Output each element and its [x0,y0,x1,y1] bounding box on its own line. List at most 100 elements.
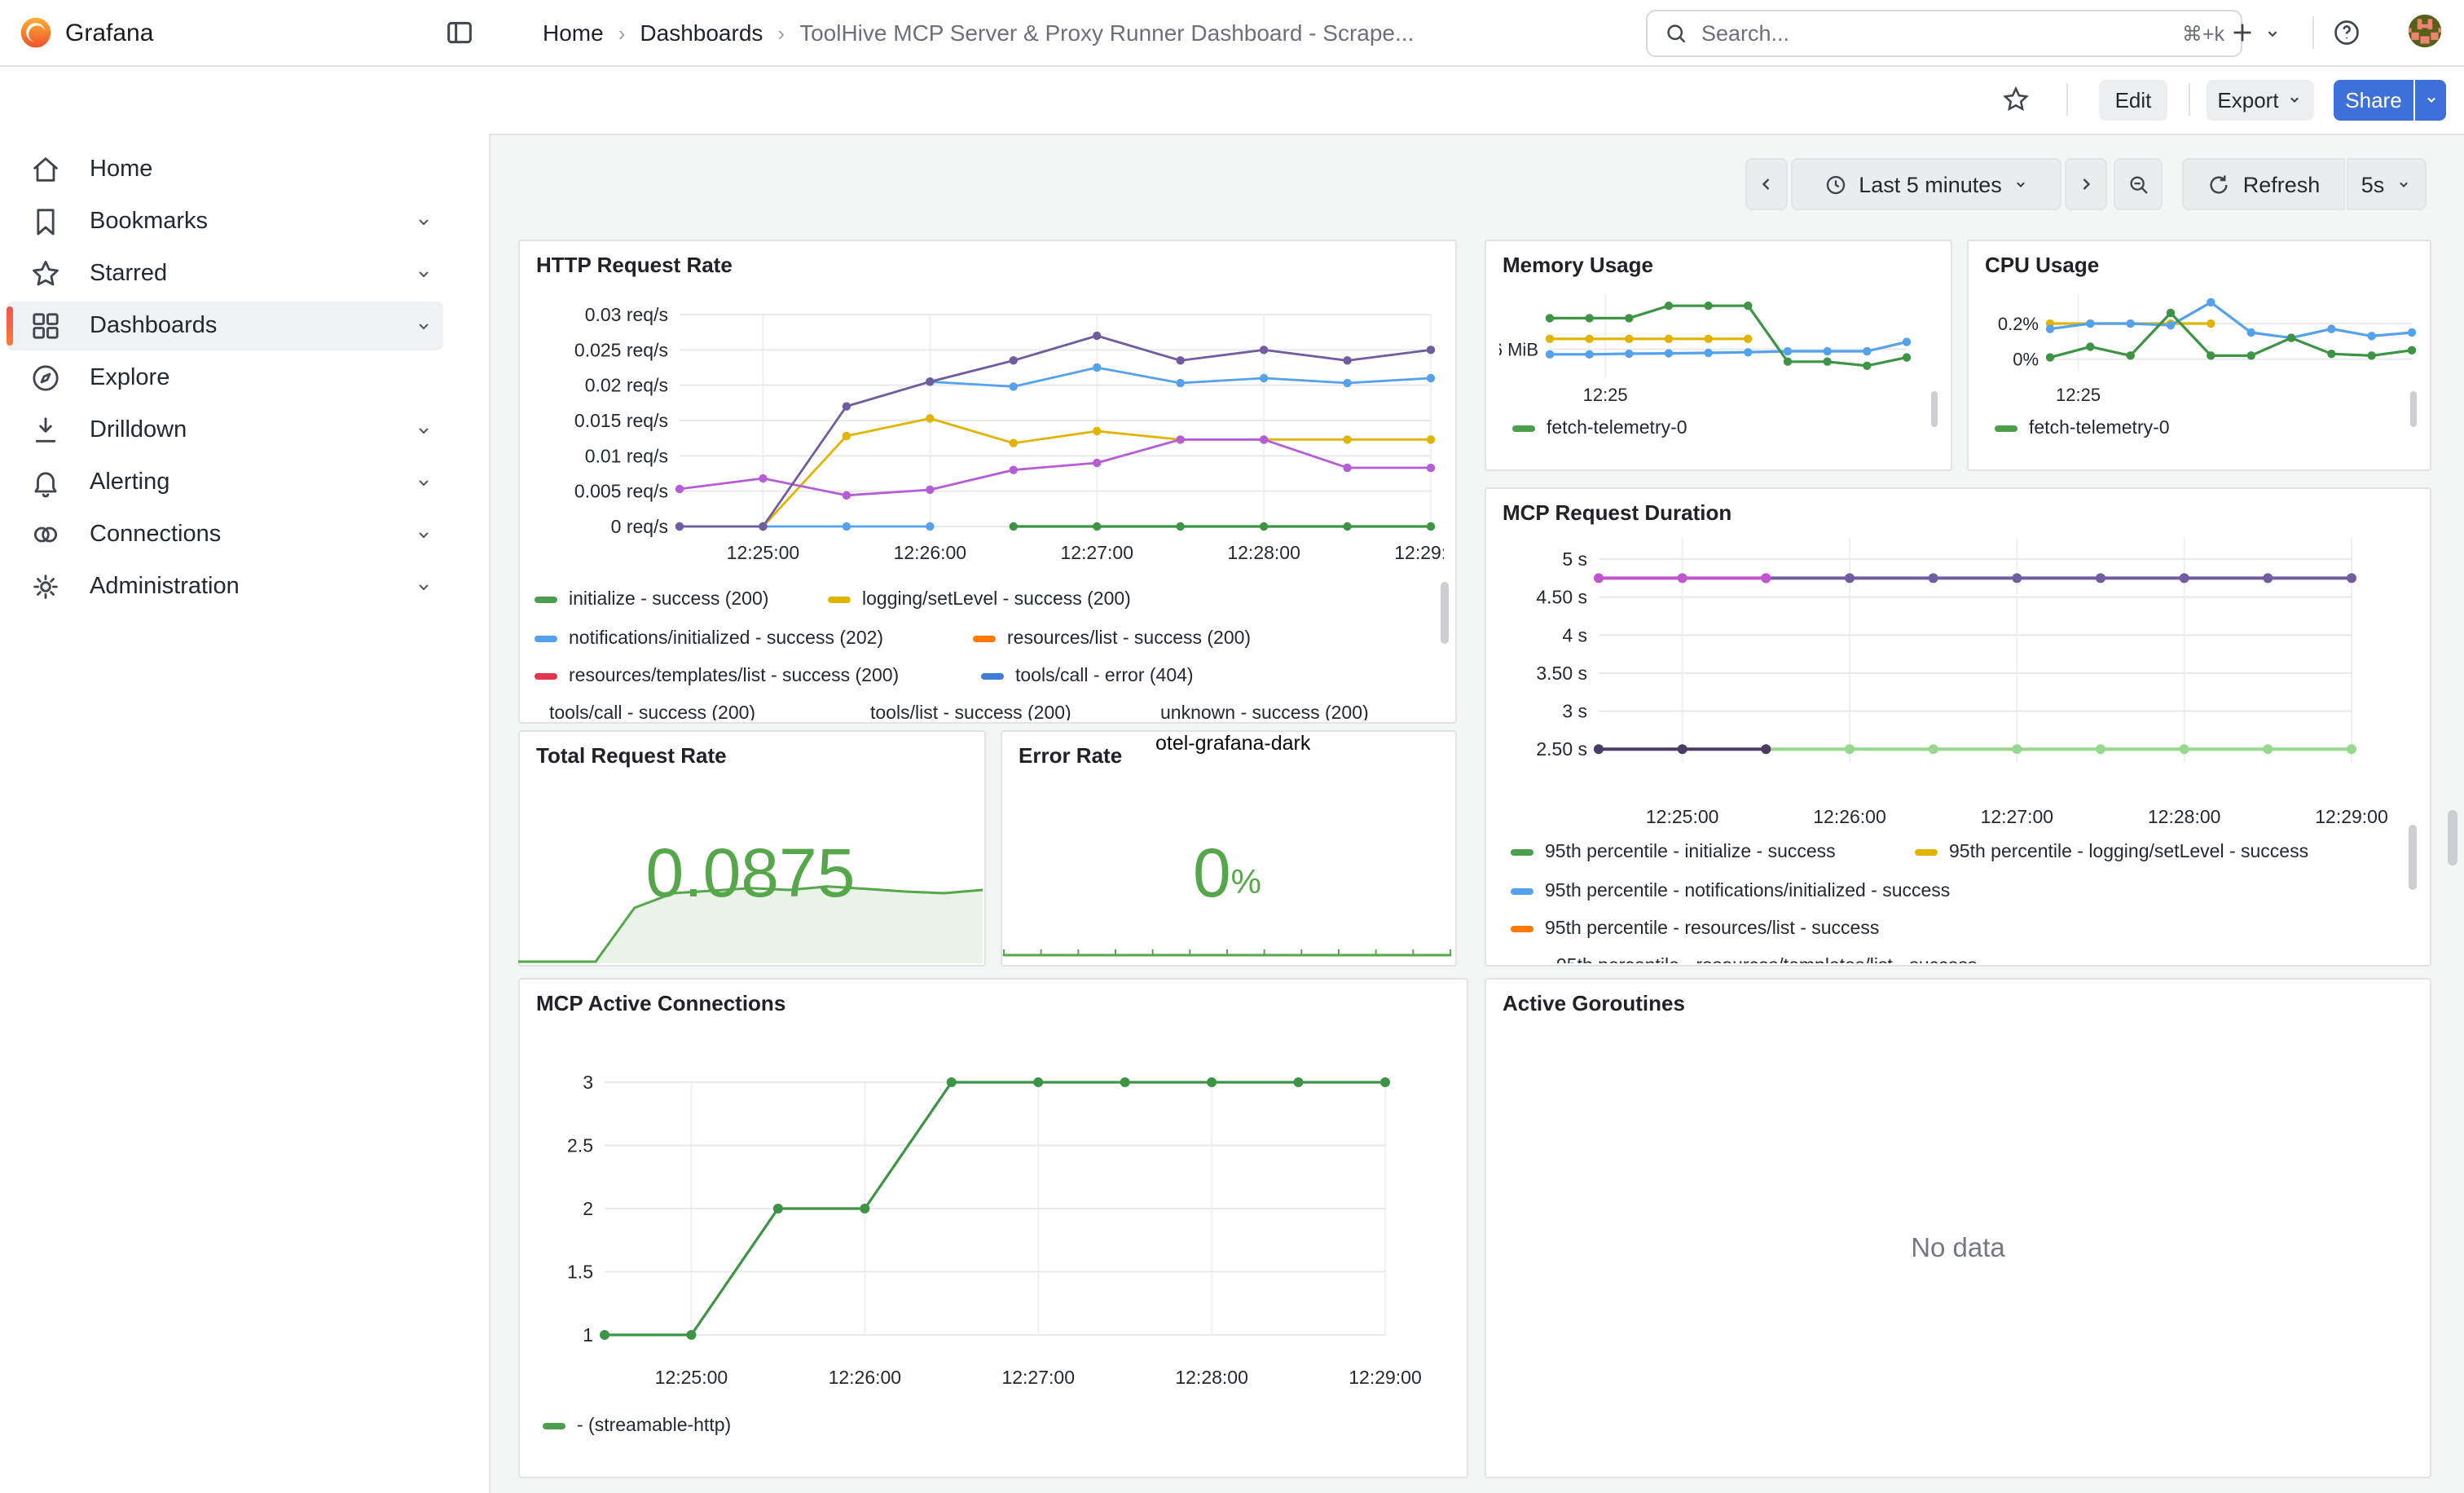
chevron-down-icon[interactable] [414,525,433,544]
legend-item[interactable]: resources/list - success (200) [973,624,1251,654]
svg-text:12:28:00: 12:28:00 [1175,1367,1248,1388]
edit-button[interactable]: Edit [2099,79,2167,120]
svg-text:16 MiB: 16 MiB [1499,339,1538,359]
add-chevron-down-icon[interactable] [2264,24,2281,42]
bookmark-icon [29,205,62,237]
sidebar-item-alerting[interactable]: Alerting [7,458,443,507]
chevron-down-icon[interactable] [414,211,433,231]
legend-item[interactable]: initialize - success (200) [535,585,768,614]
apps-icon [29,310,62,342]
add-button[interactable] [2228,18,2257,47]
legend-swatch [1511,888,1533,895]
svg-text:0.03 req/s: 0.03 req/s [585,304,668,325]
legend-scrollbar[interactable] [1441,582,1449,644]
legend-item[interactable]: tools/list - success (200) [870,699,1071,720]
sidebar-item-drilldown[interactable]: Drilldown [7,406,443,455]
panel-title[interactable]: CPU Usage [1985,253,2099,277]
svg-text:12:26:00: 12:26:00 [1813,806,1886,827]
home-icon [29,152,62,185]
cpu-usage-chart[interactable]: 0.2%0%12:25 [1975,280,2425,407]
panel-title[interactable]: MCP Active Connections [536,991,785,1015]
legend-item[interactable]: tools/call - success (200) [549,699,755,720]
user-avatar[interactable] [2407,13,2443,57]
mcp-request-duration-chart[interactable]: 5 s4.50 s4 s3.50 s3 s2.50 s12:25:0012:26… [1489,518,2425,844]
legend-item[interactable]: tools/call - error (404) [981,662,1194,691]
edit-button-label: Edit [2115,87,2152,112]
svg-text:12:29:00: 12:29:00 [1394,542,1444,563]
sidebar-item-label: Explore [90,365,169,391]
chevron-down-icon[interactable] [414,473,433,492]
favorite-star-icon[interactable] [2001,85,2031,114]
svg-text:1.5: 1.5 [567,1262,593,1283]
sidebar-item-home[interactable]: Home [7,144,443,193]
search-icon [1664,21,1688,46]
star-icon [29,257,62,289]
legend-item[interactable]: 95th percentile - resources/templates/li… [1556,952,1977,963]
svg-text:0.015 req/s: 0.015 req/s [574,410,668,431]
legend-item[interactable]: fetch-telemetry-0 [1512,414,1687,443]
zoom-out-button[interactable] [2114,158,2163,210]
legend-label: tools/call - success (200) [549,704,755,720]
legend-item[interactable]: logging/setLevel - success (200) [828,585,1131,614]
grafana-logo[interactable] [18,15,54,51]
top-nav-bar: Grafana Home › Dashboards › ToolHive MCP… [0,0,2464,67]
svg-text:12:27:00: 12:27:00 [1001,1367,1075,1388]
export-chevron-down-icon [2287,91,2303,108]
legend-item[interactable]: fetch-telemetry-0 [1995,414,2170,443]
refresh-interval-picker[interactable]: 5s [2347,158,2427,210]
legend-item[interactable]: resources/templates/list - success (200) [535,662,899,691]
legend-item[interactable]: unknown - success (200) [1160,699,1369,720]
sidebar-item-bookmarks[interactable]: Bookmarks [7,196,443,245]
svg-text:12:25: 12:25 [1583,385,1628,405]
legend-label: tools/list - success (200) [870,704,1071,720]
svg-text:0%: 0% [2013,350,2039,370]
panel-title[interactable]: Memory Usage [1503,253,1653,277]
svg-text:2.50 s: 2.50 s [1536,738,1587,760]
time-range-picker[interactable]: Last 5 minutes [1791,158,2061,210]
sidebar-item-administration[interactable]: Administration [7,563,443,612]
sidebar-item-explore[interactable]: Explore [7,354,443,403]
breadcrumb-dashboards[interactable]: Dashboards [640,20,763,46]
svg-text:3 s: 3 s [1562,701,1587,722]
time-back-button[interactable] [1745,158,1788,210]
legend-item[interactable]: notifications/initialized - success (202… [535,624,883,654]
share-menu-button[interactable] [2415,79,2446,120]
chevron-down-icon[interactable] [414,263,433,283]
legend-item[interactable]: 95th percentile - notifications/initiali… [1511,877,1950,906]
export-button[interactable]: Export [2207,79,2314,120]
legend-label: 95th percentile - initialize - success [1545,843,1836,862]
chevron-down-icon[interactable] [414,316,433,336]
brand-name[interactable]: Grafana [65,0,153,65]
dock-sidebar-icon[interactable] [443,16,476,49]
help-icon[interactable] [2332,18,2361,47]
http-request-rate-chart[interactable]: 0 req/s0.005 req/s0.01 req/s0.015 req/s0… [531,261,1444,587]
memory-legend: fetch-telemetry-0 [1506,411,1897,447]
legend-item[interactable]: 95th percentile - resources/list - succe… [1511,914,1879,944]
mcp-active-connections-chart[interactable]: 32.521.5112:25:0012:26:0012:27:0012:28:0… [528,1056,1457,1425]
actions-divider [2066,83,2068,116]
total-request-rate-value: 0.0875 [518,839,983,908]
breadcrumb-home[interactable]: Home [543,20,604,46]
share-button[interactable]: Share [2334,79,2413,120]
interval-chevron-down-icon [2396,176,2412,192]
refresh-interval-label: 5s [2361,172,2385,196]
svg-text:0.2%: 0.2% [1998,314,2039,334]
panel-title[interactable]: Active Goroutines [1503,991,1685,1015]
sidebar-item-dashboards[interactable]: Dashboards [7,302,443,350]
legend-label: fetch-telemetry-0 [1547,419,1687,438]
refresh-button[interactable]: Refresh [2182,158,2345,210]
page-scrollbar[interactable] [2448,810,2457,865]
svg-text:12:27:00: 12:27:00 [1981,806,2054,827]
memory-usage-chart[interactable]: 16 MiB 12:25 [1499,280,1943,407]
sidebar-item-connections[interactable]: Connections [7,510,443,559]
actions-divider [2189,83,2190,116]
sidebar-item-starred[interactable]: Starred [7,249,443,297]
chevron-down-icon[interactable] [414,578,433,597]
svg-text:2: 2 [583,1198,593,1219]
time-forward-button[interactable] [2065,158,2107,210]
svg-text:12:28:00: 12:28:00 [2148,806,2221,827]
chevron-down-icon[interactable] [414,421,433,440]
legend-swatch [1915,849,1938,856]
search-input[interactable]: Search... ⌘+k [1646,10,2242,57]
legend-swatch [1512,425,1535,432]
